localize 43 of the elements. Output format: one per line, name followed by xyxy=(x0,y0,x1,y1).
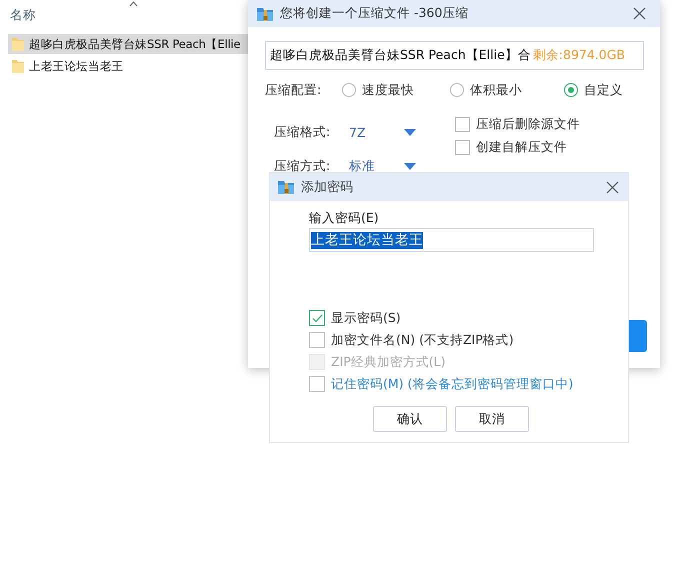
method-label: 压缩方式: xyxy=(274,158,332,175)
file-row[interactable]: 超哆白虎极品美臂台妹SSR Peach【Ellie xyxy=(8,34,248,54)
format-caret-icon[interactable] xyxy=(404,129,416,136)
checkbox[interactable] xyxy=(309,332,325,348)
checkbox-label: 创建自解压文件 xyxy=(476,139,567,156)
config-label: 压缩配置: xyxy=(265,82,322,98)
dialog-title: 添加密码 xyxy=(301,179,354,196)
close-icon[interactable] xyxy=(606,180,619,194)
sort-chevron-icon xyxy=(129,1,138,7)
dialog-button[interactable]: 确认 xyxy=(373,406,447,432)
path-field[interactable]: 超哆白虎极品美臂台妹SSR Peach【Ellie】合 剩余:8974.0GB xyxy=(265,41,644,70)
free-space: 剩余:8974.0GB xyxy=(532,47,625,64)
close-icon[interactable] xyxy=(633,7,646,20)
input-label: 输入密码(E) xyxy=(309,210,380,227)
password-field[interactable]: 上老王论坛当老王 xyxy=(309,228,594,252)
preset-radio[interactable]: 自定义 xyxy=(564,82,644,98)
method-value[interactable]: 标准 xyxy=(349,158,404,175)
checkbox-label: 压缩后删除源文件 xyxy=(476,116,580,133)
checkbox[interactable] xyxy=(455,140,470,155)
file-name: 上老王论坛当老王 xyxy=(29,58,124,74)
file-name: 超哆白虎极品美臂台妹SSR Peach【Ellie xyxy=(29,36,240,52)
folder-icon xyxy=(11,36,25,52)
checkbox-label: 加密文件名(N) (不支持ZIP格式) xyxy=(331,332,514,348)
checkbox[interactable] xyxy=(309,310,325,326)
folder-icon xyxy=(11,58,25,74)
archive-icon xyxy=(277,179,295,195)
check-icon xyxy=(312,314,322,322)
preset-radio[interactable]: 体积最小 xyxy=(450,82,564,98)
file-row[interactable]: 上老王论坛当老王 xyxy=(8,56,248,76)
checkbox[interactable] xyxy=(309,376,325,392)
preset-radio[interactable]: 速度最快 xyxy=(342,82,450,98)
window-title: 您将创建一个压缩文件 -360压缩 xyxy=(280,5,470,22)
archive-icon xyxy=(256,6,274,22)
format-label: 压缩格式: xyxy=(274,124,332,141)
method-caret-icon[interactable] xyxy=(404,163,416,170)
format-value[interactable]: 7Z xyxy=(349,125,404,140)
compress-button[interactable] xyxy=(628,320,647,352)
checkbox-label: 记住密码(M) (将会备忘到密码管理窗口中) xyxy=(331,376,574,392)
checkbox-label: 显示密码(S) xyxy=(331,310,401,326)
checkbox-label: ZIP经典加密方式(L) xyxy=(331,354,446,370)
checkbox[interactable] xyxy=(455,117,470,132)
column-header[interactable]: 名称 xyxy=(10,6,36,24)
dialog-button[interactable]: 取消 xyxy=(455,406,529,432)
